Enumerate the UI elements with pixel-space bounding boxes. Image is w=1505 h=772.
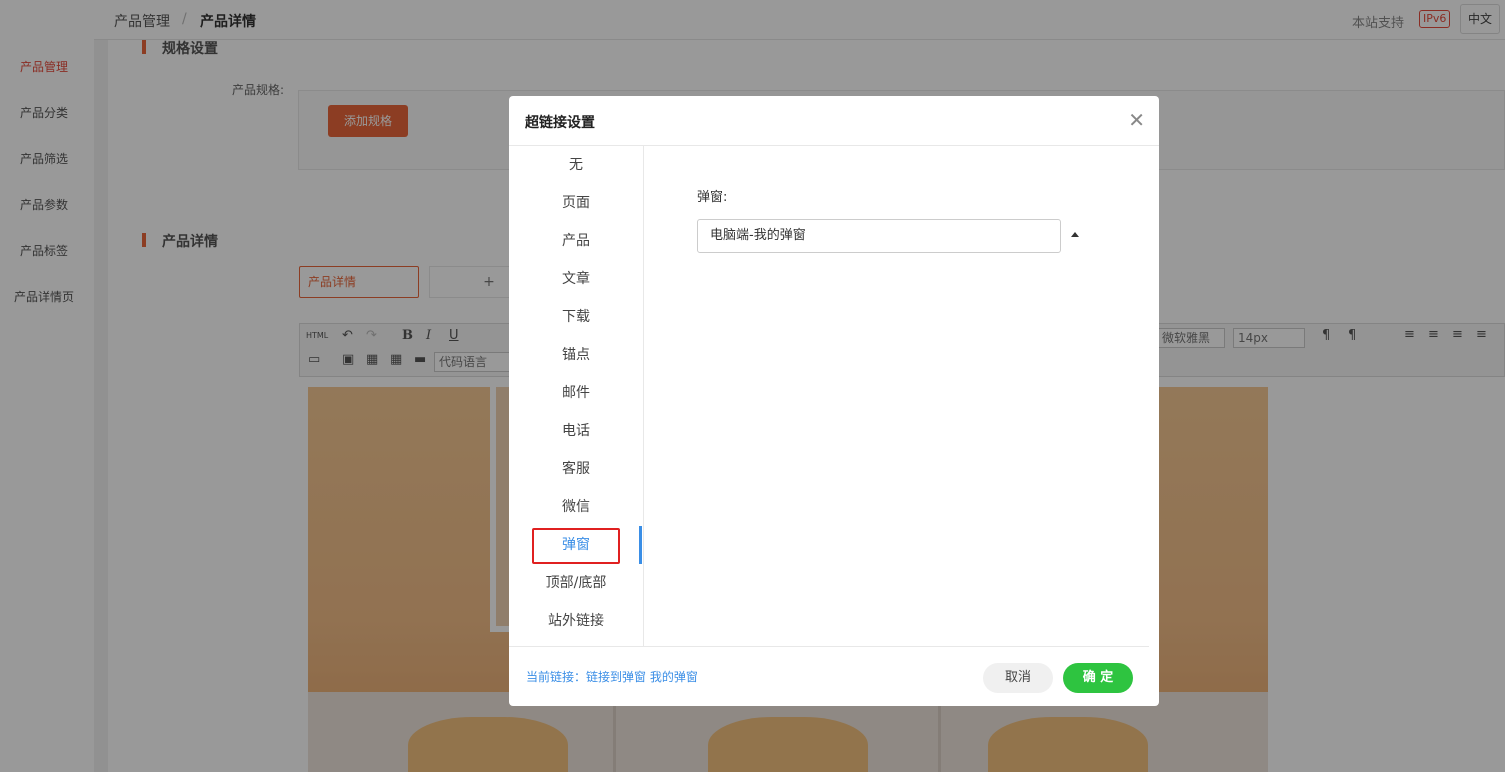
dialog-title: 超链接设置 xyxy=(525,115,595,131)
menu-divider xyxy=(643,146,644,646)
link-type-service[interactable]: 客服 xyxy=(509,450,643,488)
link-type-article[interactable]: 文章 xyxy=(509,260,643,298)
link-type-phone[interactable]: 电话 xyxy=(509,412,643,450)
dialog-footer-divider xyxy=(509,646,1149,647)
popup-select[interactable]: 电脑端-我的弹窗 xyxy=(697,219,1061,253)
current-link-text: 当前链接：链接到弹窗 我的弹窗 xyxy=(526,670,698,684)
link-type-product[interactable]: 产品 xyxy=(509,222,643,260)
close-icon[interactable]: ✕ xyxy=(1128,108,1145,132)
link-type-download[interactable]: 下载 xyxy=(509,298,643,336)
selection-highlight-box xyxy=(532,528,620,564)
link-type-anchor[interactable]: 锚点 xyxy=(509,336,643,374)
link-type-wechat[interactable]: 微信 xyxy=(509,488,643,526)
cancel-button[interactable]: 取消 xyxy=(983,663,1053,693)
hyperlink-settings-dialog: 超链接设置 ✕ 无 页面 产品 文章 下载 锚点 邮件 电话 客服 微信 弹窗 … xyxy=(509,96,1159,706)
popup-field-label: 弹窗: xyxy=(697,190,728,205)
link-type-menu: 无 页面 产品 文章 下载 锚点 邮件 电话 客服 微信 弹窗 顶部/底部 站外… xyxy=(509,146,643,646)
link-type-email[interactable]: 邮件 xyxy=(509,374,643,412)
link-type-top-bottom[interactable]: 顶部/底部 xyxy=(509,564,643,602)
link-type-none[interactable]: 无 xyxy=(509,146,643,184)
confirm-button[interactable]: 确 定 xyxy=(1063,663,1133,693)
active-menu-indicator xyxy=(639,526,642,564)
caret-up-icon[interactable] xyxy=(1071,232,1079,237)
link-type-page[interactable]: 页面 xyxy=(509,184,643,222)
link-type-external[interactable]: 站外链接 xyxy=(509,602,643,640)
